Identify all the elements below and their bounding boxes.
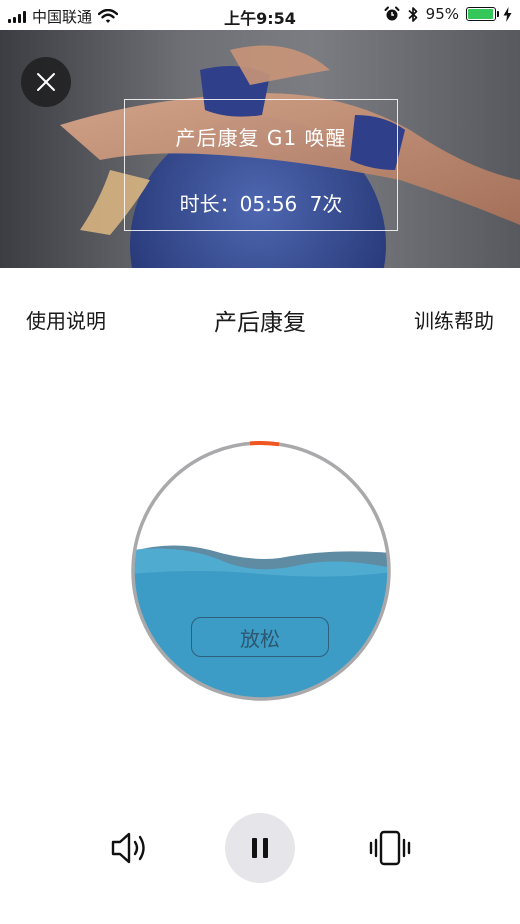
pause-button[interactable]: [225, 813, 295, 883]
charging-icon: [503, 6, 512, 22]
speaker-icon[interactable]: [111, 831, 149, 865]
close-icon: [37, 73, 55, 91]
hero-image: 产后康复 G1 唤醒 时长：05:56 7次: [0, 30, 520, 268]
battery-fill: [468, 9, 493, 19]
battery-icon: [466, 7, 499, 21]
close-button[interactable]: [21, 57, 71, 107]
progress-marker: [249, 441, 280, 447]
status-right: 95%: [384, 5, 512, 23]
alarm-icon: [384, 6, 400, 21]
breathing-gauge: [131, 441, 391, 701]
relax-state-button[interactable]: 放松: [191, 617, 329, 657]
bluetooth-icon: [408, 6, 418, 22]
vibrate-icon[interactable]: [369, 830, 411, 866]
status-bar: 中国联通 上午9:54 95%: [0, 0, 520, 30]
training-help-link[interactable]: 训练帮助: [414, 305, 494, 334]
battery-percent: 95%: [425, 5, 459, 23]
session-meta: 时长：05:56 7次: [179, 192, 343, 216]
pause-icon: [252, 838, 268, 858]
session-info-box: 产后康复 G1 唤醒 时长：05:56 7次: [124, 99, 398, 231]
session-title: 产后康复 G1 唤醒: [175, 126, 347, 150]
